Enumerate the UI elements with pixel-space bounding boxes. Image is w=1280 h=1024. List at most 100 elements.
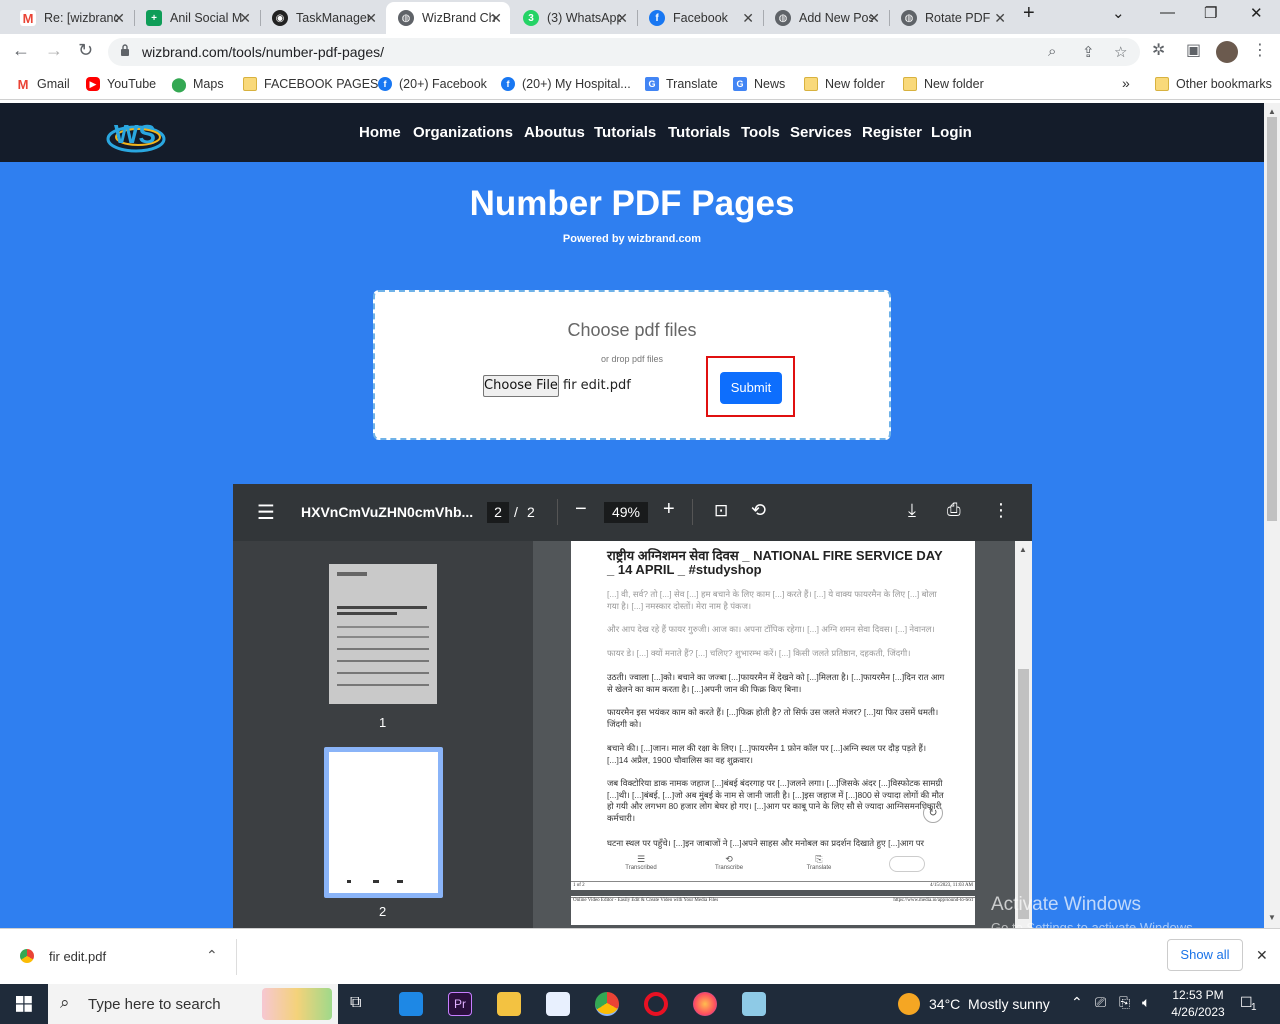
close-icon[interactable]: ✕ (365, 10, 377, 27)
bookmark-maps[interactable]: ⬤ Maps (171, 76, 223, 92)
tab-add-new-post[interactable]: ◍ Add New Pos ✕ (763, 2, 888, 34)
close-window-button[interactable]: ✕ (1250, 4, 1263, 22)
taskbar-search-input[interactable]: ⌕ Type here to search (48, 984, 338, 1024)
nav-home[interactable]: Home (359, 124, 401, 141)
whatsapp-icon: 3 (523, 10, 539, 26)
extensions-icon[interactable]: ✲ (1152, 40, 1165, 60)
pdf-dropzone[interactable]: Choose pdf files or drop pdf files Choos… (373, 290, 891, 440)
bookmark-star-icon[interactable]: ☆ (1114, 43, 1127, 61)
new-tab-button[interactable]: + (1023, 2, 1035, 25)
download-file-name[interactable]: fir edit.pdf (49, 949, 106, 964)
rotate-icon[interactable]: ⟲ (751, 500, 766, 521)
bookmark-my-hospital[interactable]: f (20+) My Hospital... (501, 77, 631, 91)
wizbrand-logo[interactable]: WS (104, 109, 168, 157)
avatar[interactable] (1216, 41, 1238, 63)
download-icon[interactable]: ⤓ (908, 500, 916, 521)
tab-github[interactable]: ◉ TaskManager ✕ (260, 2, 385, 34)
address-bar[interactable]: wizbrand.com/tools/number-pdf-pages/ ⌕ ⇪… (108, 38, 1140, 66)
pdf-scroll-thumb[interactable] (1018, 669, 1029, 919)
nav-login[interactable]: Login (931, 124, 972, 141)
firefox-icon[interactable] (693, 992, 717, 1016)
page-number-input[interactable]: 2 (487, 502, 509, 523)
restore-button[interactable]: ❐ (1204, 4, 1217, 22)
bookmark-translate[interactable]: G Translate (645, 77, 718, 91)
share-icon[interactable]: ⇪ (1082, 43, 1095, 61)
nav-register[interactable]: Register (862, 124, 922, 141)
clock-time[interactable]: 12:53 PM (1170, 988, 1226, 1002)
reload-icon[interactable]: ↻ (78, 40, 93, 61)
show-all-button[interactable]: Show all (1167, 939, 1243, 971)
hamburger-menu-icon[interactable]: ☰ (257, 500, 275, 525)
close-download-bar-icon[interactable]: ✕ (1256, 947, 1268, 964)
tab-rotate-pdf[interactable]: ◍ Rotate PDF ✕ (889, 2, 1014, 34)
zoom-icon[interactable]: ⌕ (1048, 43, 1056, 60)
choose-file-button[interactable]: Choose File (483, 375, 559, 397)
premiere-icon[interactable]: Pr (448, 992, 472, 1016)
store-icon[interactable] (399, 992, 423, 1016)
task-view-icon[interactable]: ⧉ (350, 994, 361, 1012)
scroll-up-icon[interactable]: ▲ (1019, 545, 1027, 554)
menu-icon[interactable]: ⋮ (1252, 40, 1268, 60)
nav-tools[interactable]: Tools (741, 124, 780, 141)
nav-services[interactable]: Services (790, 124, 852, 141)
chevron-up-icon[interactable]: ⌃ (206, 947, 218, 964)
tab-wizbrand-active[interactable]: ◍ WizBrand Cha ✕ (386, 2, 510, 34)
forward-icon[interactable]: → (45, 40, 63, 61)
bookmark-news[interactable]: G News (733, 77, 785, 91)
zoom-in-icon[interactable]: + (663, 498, 675, 521)
tab-whatsapp[interactable]: 3 (3) WhatsApp ✕ (511, 2, 636, 34)
close-icon[interactable]: ✕ (239, 10, 251, 27)
print-icon[interactable]: ⎙ (947, 500, 961, 520)
tab-facebook[interactable]: f Facebook ✕ (637, 2, 762, 34)
opera-icon[interactable] (644, 992, 668, 1016)
chrome-icon[interactable] (595, 992, 619, 1016)
page-thumbnail-1[interactable] (329, 564, 437, 704)
bookmark-facebook-pages[interactable]: FACEBOOK PAGES (243, 77, 378, 91)
tab-search-icon[interactable]: ⌄ (1112, 4, 1125, 22)
notes-icon[interactable] (742, 992, 766, 1016)
nav-tutorials[interactable]: Tutorials (594, 124, 656, 141)
zoom-level-input[interactable]: 49% (604, 502, 648, 523)
bookmark-facebook[interactable]: f (20+) Facebook (378, 77, 487, 91)
app-icon[interactable] (546, 992, 570, 1016)
nav-tutorials-2[interactable]: Tutorials (668, 124, 730, 141)
bookmarks-overflow-button[interactable]: » (1122, 75, 1130, 91)
more-options-icon[interactable]: ⋮ (992, 500, 1010, 521)
nav-organizations[interactable]: Organizations (413, 124, 513, 141)
bookmark-new-folder[interactable]: New folder (804, 77, 885, 91)
bookmark-other[interactable]: Other bookmarks (1155, 77, 1272, 91)
volume-icon[interactable]: 🔈︎ (1142, 994, 1150, 1011)
page-scroll-thumb[interactable] (1267, 117, 1277, 521)
file-explorer-icon[interactable] (497, 992, 521, 1016)
tab-gmail[interactable]: M Re: [wizbrand ✕ (8, 2, 133, 34)
page-thumbnail-2[interactable] (329, 752, 438, 893)
close-icon[interactable]: ✕ (742, 10, 754, 27)
url-text[interactable]: wizbrand.com/tools/number-pdf-pages/ (142, 44, 384, 60)
close-icon[interactable]: ✕ (616, 10, 628, 27)
minimize-button[interactable]: — (1160, 4, 1175, 21)
bookmark-label: New folder (924, 77, 984, 91)
pdf-scrollbar[interactable]: ▲ (1015, 541, 1032, 928)
weather-text[interactable]: 34°C Mostly sunny (929, 996, 1050, 1012)
zoom-out-icon[interactable]: − (575, 498, 587, 521)
close-icon[interactable]: ✕ (994, 10, 1006, 27)
bookmark-new-folder-2[interactable]: New folder (903, 77, 984, 91)
close-icon[interactable]: ✕ (113, 10, 125, 27)
close-icon[interactable]: ✕ (490, 10, 502, 27)
clock-date[interactable]: 4/26/2023 (1166, 1005, 1230, 1019)
back-icon[interactable]: ← (12, 40, 30, 61)
tray-icon[interactable]: ⎚ (1095, 994, 1106, 1011)
nav-aboutus[interactable]: Aboutus (524, 124, 585, 141)
tray-chevron-icon[interactable]: ⌃ (1071, 994, 1083, 1011)
fit-page-icon[interactable]: ⊡ (714, 501, 728, 521)
translate-icon: G (645, 77, 659, 91)
submit-button[interactable]: Submit (720, 372, 782, 404)
sidebar-icon[interactable]: ▣ (1186, 40, 1201, 60)
close-icon[interactable]: ✕ (868, 10, 880, 27)
network-icon[interactable]: ⎘ (1119, 994, 1130, 1011)
page-scrollbar[interactable]: ▲ ▼ (1264, 103, 1280, 928)
bookmark-gmail[interactable]: M Gmail (16, 77, 70, 92)
bookmark-youtube[interactable]: ▶ YouTube (86, 77, 156, 91)
windows-start-icon[interactable] (16, 996, 32, 1012)
tab-sheets[interactable]: + Anil Social M ✕ (134, 2, 259, 34)
